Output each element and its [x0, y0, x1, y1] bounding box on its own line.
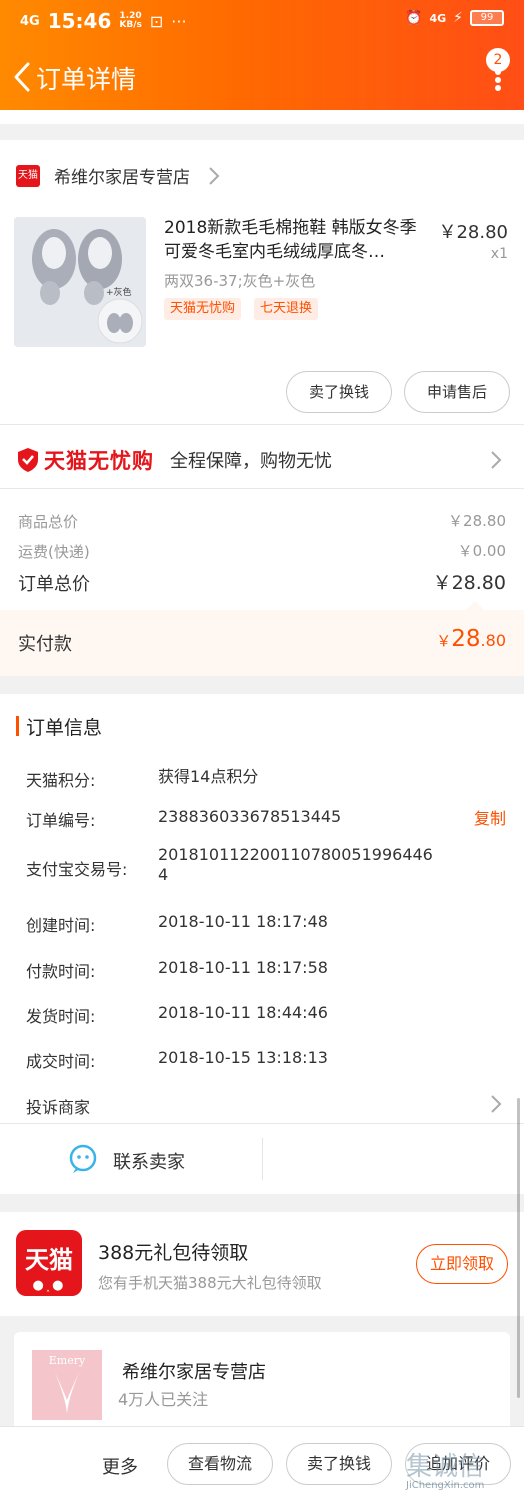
network-right: 4G — [429, 11, 447, 25]
section-marker — [16, 716, 19, 736]
info-label: 成交时间: — [26, 1052, 96, 1071]
shipping-value: ￥0.00 — [457, 542, 506, 560]
info-label: 支付宝交易号: — [26, 860, 128, 879]
chat-bubble-icon[interactable] — [68, 1144, 98, 1174]
shop-logo: Emery — [32, 1350, 102, 1420]
claim-button[interactable]: 立即领取 — [416, 1244, 508, 1284]
info-value: 获得14点积分 — [158, 767, 259, 786]
order-info-heading: 订单信息 — [26, 717, 103, 739]
paid-label: 实付款 — [18, 634, 72, 655]
chevron-right-icon[interactable] — [490, 450, 502, 470]
goods-total-label: 商品总价 — [18, 513, 79, 531]
info-label: 创建时间: — [26, 916, 96, 935]
contact-seller-button[interactable]: 联系卖家 — [113, 1148, 185, 1174]
order-number: 238836033678513445 — [158, 807, 342, 826]
net-speed: 1.20 KB/s — [119, 11, 142, 30]
shipping-label: 运费(快递) — [18, 543, 90, 561]
battery-icon: 99 — [470, 10, 504, 26]
back-arrow-icon[interactable] — [8, 58, 36, 96]
more-button[interactable]: 更多 — [102, 1453, 138, 1479]
nav-bar: 订单详情 2 — [0, 48, 524, 106]
pointer-arrow — [466, 601, 484, 610]
order-total-label: 订单总价 — [18, 574, 90, 595]
shop-card-name: 希维尔家居专营店 — [122, 1362, 266, 1383]
tag-seven-day-return: 七天退换 — [254, 298, 319, 320]
order-total-value: ￥28.80 — [432, 572, 506, 594]
view-logistics-button[interactable]: 查看物流 — [167, 1443, 273, 1485]
tag-worry-free: 天猫无忧购 — [164, 298, 242, 320]
guarantee-slogan[interactable]: 全程保障，购物无忧 — [170, 447, 332, 473]
divider — [0, 424, 524, 425]
info-value: 2018-10-11 18:17:58 — [158, 958, 328, 977]
paid-row: 实付款 ￥28.80 — [0, 610, 524, 676]
message-badge: 2 — [486, 48, 510, 72]
goods-total-value: ￥28.80 — [448, 512, 506, 530]
shop-followers: 4万人已关注 — [118, 1390, 209, 1409]
notification-icon: ⊡ — [149, 11, 164, 31]
status-bar: 4G 15:46 1.20 KB/s ⊡ ··· ⏰ 4G ⚡ 99 — [0, 0, 524, 40]
promo-title: 388元礼包待领取 — [98, 1242, 249, 1264]
watermark: 集诚信 JiChengXin.com — [406, 1452, 485, 1491]
copy-button[interactable]: 复制 — [474, 805, 506, 829]
scrollbar[interactable] — [517, 1098, 520, 1398]
chevron-right-icon[interactable] — [490, 1094, 502, 1114]
product-image[interactable]: +灰色 — [14, 217, 146, 347]
alarm-icon: ⏰ — [405, 10, 423, 26]
signal-icon: 4G — [20, 13, 40, 29]
page-title: 订单详情 — [36, 65, 137, 94]
info-label: 订单编号: — [26, 811, 96, 830]
product-qty: x1 — [490, 246, 508, 262]
info-value: 2018-10-11 18:44:46 — [158, 1003, 328, 1022]
product-title[interactable]: 2018新款毛毛棉拖鞋 韩版女冬季可爱冬毛室内毛绒绒厚底冬… — [164, 216, 426, 264]
tmall-face-icon: ●˰● — [32, 1278, 66, 1293]
alipay-trade-number: 2018101122001107800519964464 — [158, 845, 433, 884]
product-spec: 两双36-37;灰色+灰色 — [164, 272, 316, 290]
complaint-link[interactable]: 投诉商家 — [26, 1094, 90, 1118]
image-caption: +灰色 — [106, 288, 132, 298]
shield-icon — [18, 448, 38, 472]
sell-button-bottom[interactable]: 卖了换钱 — [286, 1443, 392, 1485]
shop-card[interactable]: Emery 希维尔家居专营店 4万人已关注 — [14, 1332, 510, 1432]
paid-value: ￥28.80 — [436, 626, 506, 652]
info-label: 发货时间: — [26, 1007, 96, 1026]
tmall-tag-icon: 天猫 — [16, 165, 40, 187]
promo-card: 天猫 ●˰● 388元礼包待领取 您有手机天猫388元大礼包待领取 立即领取 — [0, 1212, 524, 1316]
product-price: ￥28.80 — [438, 222, 508, 243]
divider — [0, 488, 524, 489]
info-label: 天猫积分: — [26, 771, 96, 790]
info-value: 2018-10-11 18:17:48 — [158, 912, 328, 931]
clock: 15:46 — [47, 9, 112, 33]
overflow-dots-icon: ··· — [171, 11, 187, 31]
contact-seller-row: 联系卖家 — [0, 1124, 524, 1194]
charging-icon: ⚡ — [453, 10, 463, 26]
sell-button[interactable]: 卖了换钱 — [286, 371, 392, 413]
info-value: 2018-10-15 13:18:13 — [158, 1048, 328, 1067]
chevron-right-icon[interactable] — [208, 166, 220, 186]
leaf-icon — [54, 1370, 80, 1414]
tmall-logo: 天猫 ●˰● — [16, 1230, 82, 1296]
store-name[interactable]: 希维尔家居专营店 — [54, 163, 190, 188]
info-label: 付款时间: — [26, 962, 96, 981]
guarantee-logo: 天猫无忧购 — [16, 444, 154, 476]
app-header: 4G 15:46 1.20 KB/s ⊡ ··· ⏰ 4G ⚡ 99 订单详情 … — [0, 0, 524, 110]
promo-subtitle: 您有手机天猫388元大礼包待领取 — [98, 1274, 322, 1292]
slippers-image — [14, 217, 146, 347]
after-sale-button[interactable]: 申请售后 — [404, 371, 510, 413]
top-strip — [0, 110, 524, 124]
divider — [262, 1138, 263, 1180]
